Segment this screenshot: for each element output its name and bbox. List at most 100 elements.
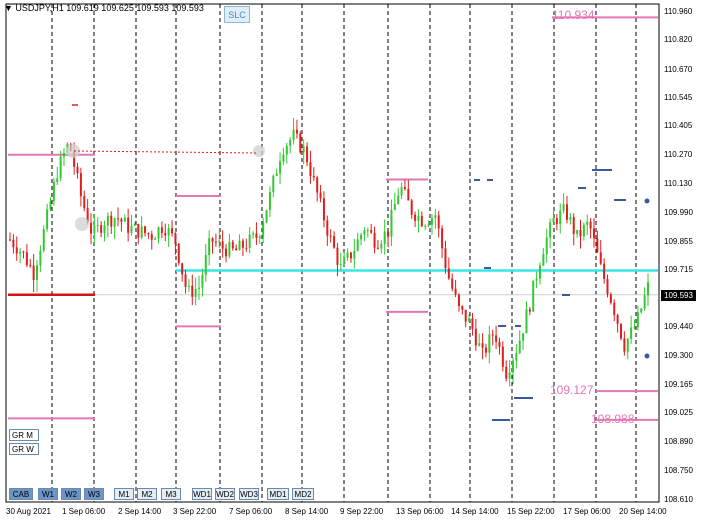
candle-body [255,233,258,238]
candle-body [623,338,626,352]
y-axis-tick: 109.715 [664,265,693,274]
candle-body [221,241,224,249]
level-label-high: 110.934 [552,8,595,22]
candle-body [346,252,349,258]
candle-body [643,295,646,309]
toolbar-button-m3[interactable]: M3 [161,488,181,500]
candle-body [542,254,545,266]
candle-body [603,263,606,279]
candle-body [488,334,491,353]
candle-body [113,218,116,227]
y-axis-tick: 109.300 [664,351,693,360]
current-price-tag: 109.593 [661,290,696,301]
candle-body [59,156,62,179]
toolbar-button-w1[interactable]: W1 [38,488,58,500]
y-axis-tick: 110.270 [664,150,693,159]
candle-body [586,221,589,225]
candle-body [117,218,120,220]
candle-body [100,225,103,233]
candle-body [626,338,629,352]
candle-body [248,234,251,249]
toolbar-button-md2[interactable]: MD2 [292,488,314,500]
candle-body [555,218,558,225]
candle-body [110,215,113,227]
candle-body [39,250,42,266]
candle-body [430,217,433,225]
toolbar-button-w2[interactable]: W2 [61,488,81,500]
candle-body [231,242,234,249]
candle-body [12,239,15,248]
candle-body [599,252,602,264]
candle-body [606,278,609,295]
candle-body [46,209,49,229]
candle-body [528,309,531,312]
candle-body [103,225,106,233]
chart-menu-icon[interactable]: ▼ [4,3,15,13]
y-axis-tick: 108.890 [664,437,693,446]
candle-body [76,166,79,174]
side-button-gr-m[interactable]: GR M [9,429,39,441]
candle-body [201,274,204,288]
candle-body [336,247,339,265]
candle-body [498,341,501,347]
slc-button[interactable]: SLC [224,6,250,23]
candle-body [225,248,228,257]
candle-body [481,343,484,348]
toolbar-button-md1[interactable]: MD1 [267,488,289,500]
candle-body [387,231,390,237]
candle-body [559,210,562,225]
candle-body [120,218,123,222]
candle-body [360,234,363,240]
candle-body [333,236,336,248]
toolbar-button-w3[interactable]: W3 [84,488,104,500]
candle-body [535,278,538,281]
candle-body [434,215,437,218]
candle-body [49,201,52,210]
candle-body [484,347,487,353]
candle-body [403,187,406,189]
toolbar-button-wd2[interactable]: WD2 [215,488,235,500]
x-axis-tick: 13 Sep 06:00 [396,507,444,516]
candle-body [241,240,244,248]
candle-body [640,308,643,313]
candle-body [532,280,535,312]
candle-body [356,239,359,251]
price-chart[interactable] [0,0,704,520]
toolbar-button-wd1[interactable]: WD1 [192,488,212,500]
candle-body [130,225,133,233]
y-axis-tick: 109.025 [664,408,693,417]
candle-body [83,196,86,209]
toolbar-button-m1[interactable]: M1 [114,488,134,500]
candle-body [397,195,400,205]
candle-body [565,204,568,220]
candle-body [29,265,32,267]
toolbar-button-m2[interactable]: M2 [137,488,157,500]
candle-body [633,327,636,329]
candle-body [420,215,423,227]
candle-body [589,221,592,229]
side-button-gr-w[interactable]: GR W [9,443,39,455]
toolbar-button-cab[interactable]: CAB [9,488,33,500]
y-axis-tick: 110.405 [664,121,693,130]
candle-body [461,306,464,310]
candle-body [96,225,99,227]
x-axis-tick: 20 Sep 14:00 [619,507,667,516]
candle-body [123,217,126,222]
candle-body [160,227,163,233]
candle-body [164,232,167,236]
candle-body [572,217,575,234]
candle-body [505,366,508,379]
y-axis-tick: 110.960 [664,7,693,16]
candle-body [525,309,528,334]
candle-body [154,238,157,240]
toolbar-button-wd3[interactable]: WD3 [239,488,259,500]
candle-body [576,229,579,234]
candle-body [316,177,319,193]
candle-body [187,285,190,287]
x-axis-tick: 15 Sep 22:00 [507,507,555,516]
candle-body [235,248,238,251]
candle-body [393,204,396,211]
order-dot [644,353,650,359]
x-axis-tick: 3 Sep 22:00 [173,507,217,516]
candle-body [424,225,427,227]
